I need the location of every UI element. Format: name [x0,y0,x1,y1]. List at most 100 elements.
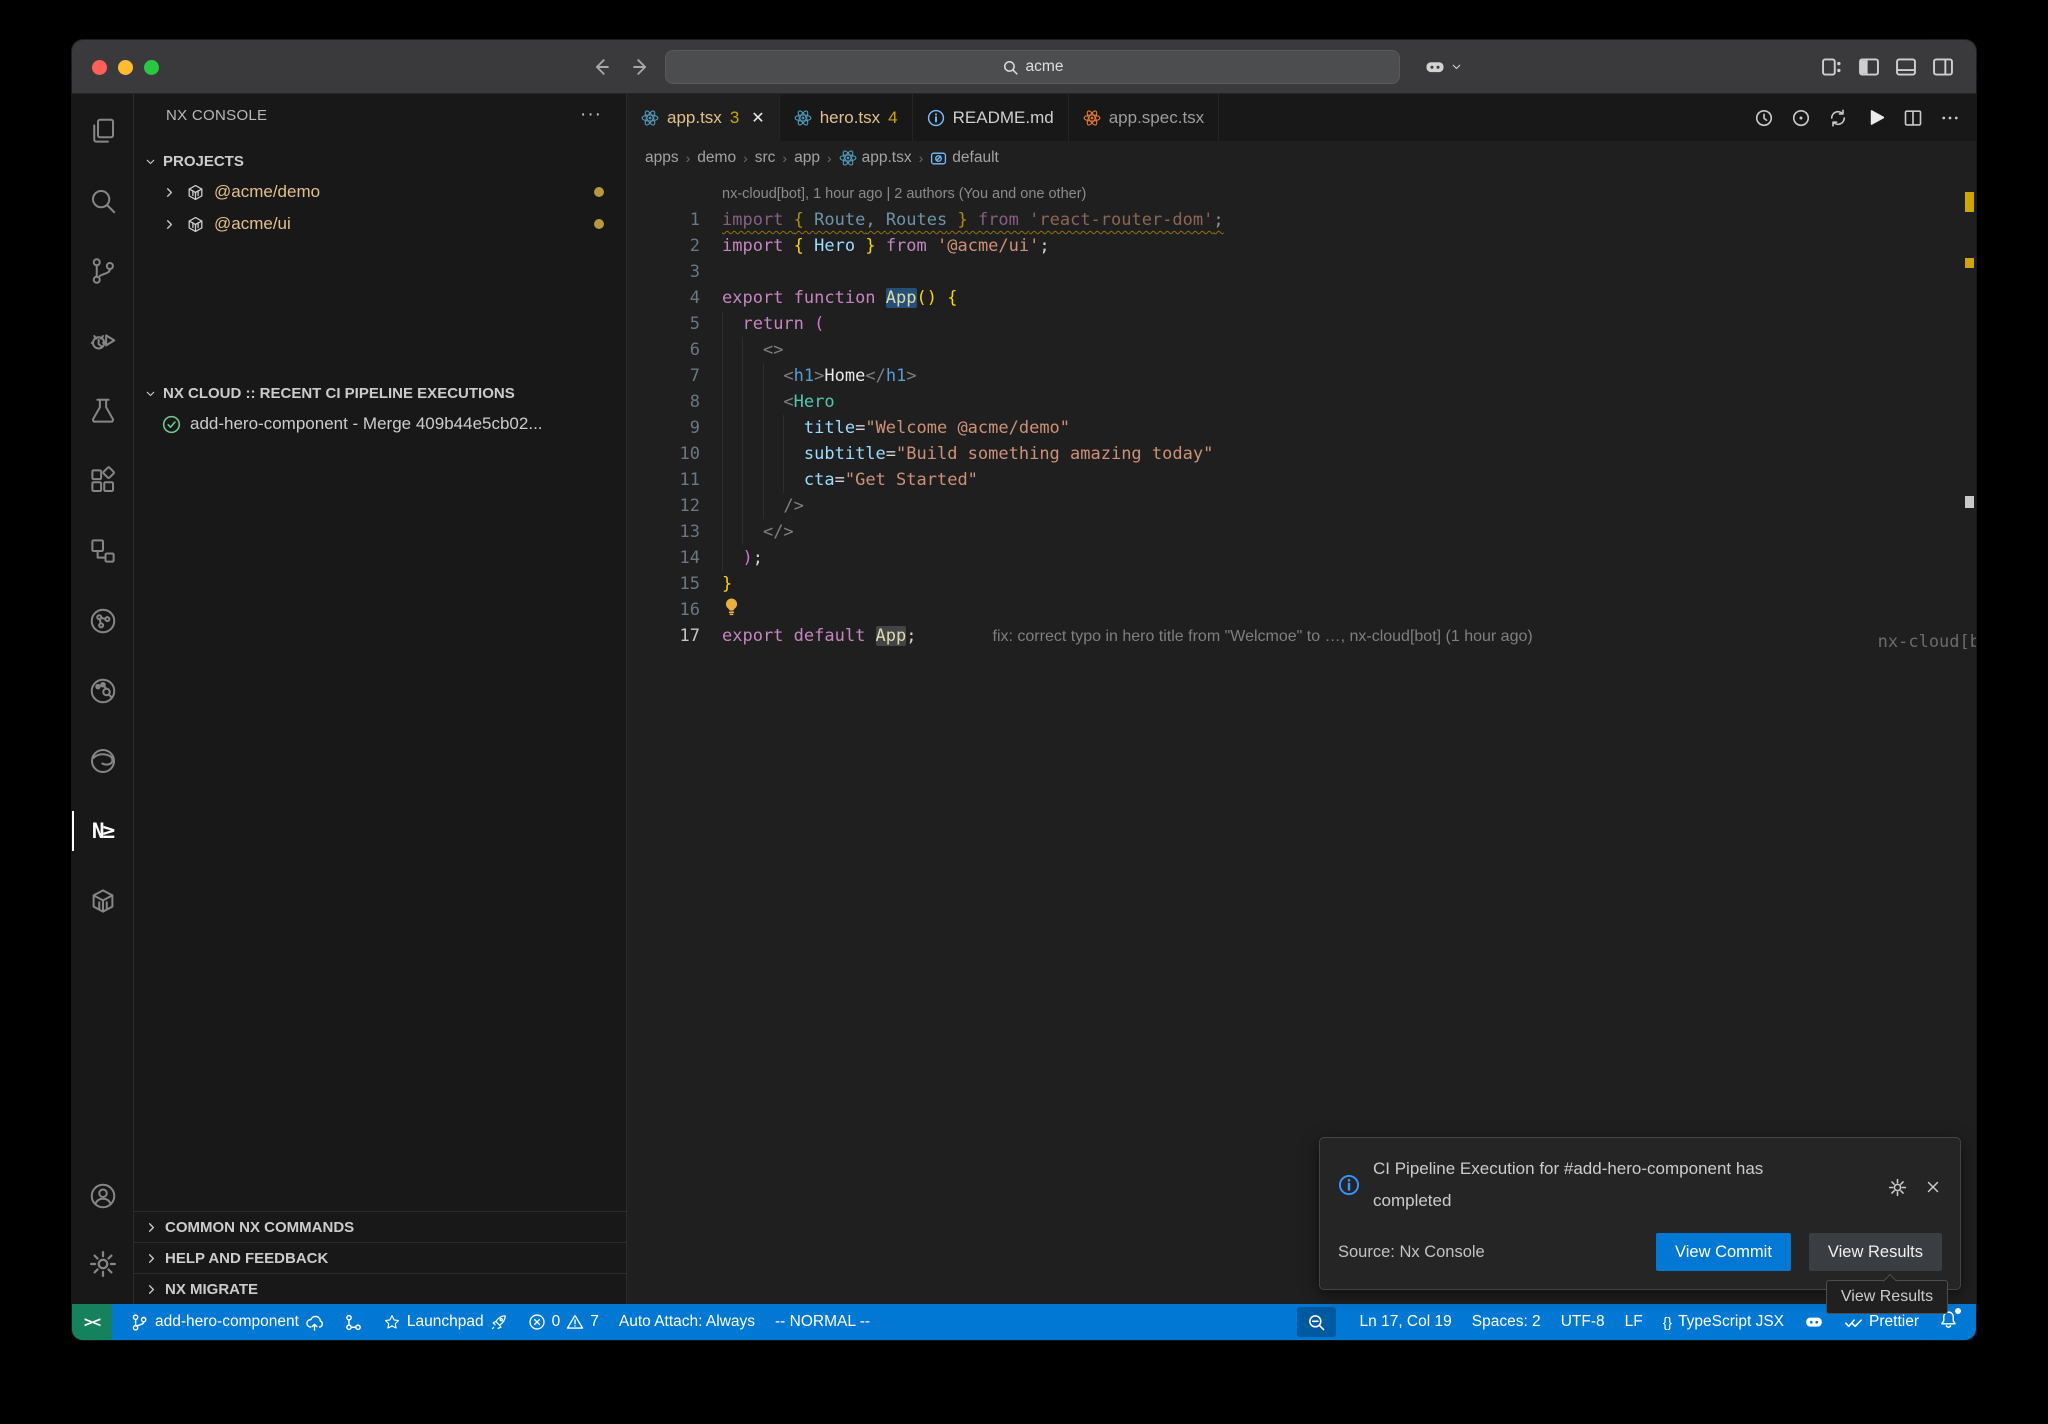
more-actions-icon[interactable] [1940,108,1960,128]
pipeline-execution-item[interactable]: add-hero-component - Merge 409b44e5cb02.… [134,408,626,440]
status-label: Prettier [1869,1313,1919,1331]
tab-close-icon[interactable]: ✕ [751,108,764,128]
file-blame-icon[interactable] [1754,108,1774,128]
code-line-11: 11 cta="Get Started" [627,467,1976,493]
git-branch-icon [130,1313,149,1332]
status-eol[interactable]: LF [1615,1304,1653,1340]
code-line-9: 9 title="Welcome @acme/demo" [627,415,1976,441]
account-icon [88,1181,118,1211]
breadcrumb-item-src[interactable]: src [755,149,776,167]
indent-guide [722,415,723,441]
codelens-blame[interactable]: nx-cloud[bot], 1 hour ago | 2 authors (Y… [722,181,1976,207]
section-nx-cloud[interactable]: NX CLOUD :: RECENT CI PIPELINE EXECUTION… [134,378,626,408]
code-line-7: 7 <h1>Home</h1> [627,363,1976,389]
run-icon[interactable] [1865,107,1886,128]
status-cursor-position[interactable]: Ln 17, Col 19 [1350,1304,1462,1340]
code-editor[interactable]: nx-cloud[bot], 1 hour ago | 2 authors (Y… [627,175,1976,1304]
tab-app.spec.tsx[interactable]: app.spec.tsx [1069,94,1219,141]
section-nx-migrate[interactable]: NX MIGRATE [134,1273,626,1304]
tab-hero.tsx[interactable]: hero.tsx4 [780,94,913,141]
close-window-button[interactable] [92,60,107,75]
tab-README.md[interactable]: README.md [913,94,1069,141]
code-line-text: </> [722,519,1976,545]
breadcrumb-separator: › [743,150,748,166]
chevron-right-icon [144,1220,159,1235]
split-editor-icon[interactable] [1903,108,1923,128]
toggle-panel-icon[interactable] [1895,56,1917,78]
activity-item-nx-console[interactable]: N≥ [72,796,133,866]
tab-problems-badge: 3 [730,108,739,128]
activity-item-explorer[interactable] [72,96,133,166]
back-icon[interactable] [590,56,612,78]
breadcrumb-separator: › [827,150,832,166]
line-number: 14 [627,545,700,571]
forward-icon[interactable] [630,56,652,78]
status-launchpad[interactable]: Launchpad [373,1304,518,1340]
run-debug-icon [88,326,118,356]
status-zoom[interactable] [1297,1307,1336,1337]
indent-guide [742,441,743,467]
minimize-window-button[interactable] [118,60,133,75]
activity-item-package-explorer[interactable] [72,866,133,936]
view-commit-button[interactable]: View Commit [1656,1233,1791,1271]
activity-item-testing[interactable] [72,376,133,446]
toggle-secondary-sidebar-icon[interactable] [1932,56,1954,78]
activity-item-edge-browser[interactable] [72,726,133,796]
activity-item-run-debug[interactable] [72,306,133,376]
zoom-window-button[interactable] [144,60,159,75]
indent-guide [722,519,723,545]
view-results-button[interactable]: View Results [1809,1233,1942,1271]
status-bar: >< add-hero-component Launchpad07Auto Att… [72,1304,1976,1340]
section-help-and-feedback[interactable]: HELP AND FEEDBACK [134,1242,626,1273]
breadcrumb-item-demo[interactable]: demo [697,149,736,167]
breadcrumb-item-default[interactable]: default [930,149,999,167]
notification-settings-gear-icon[interactable] [1887,1157,1908,1217]
status-vim-mode[interactable]: -- NORMAL -- [765,1304,880,1340]
breadcrumb-separator: › [686,150,691,166]
activity-item-extensions[interactable] [72,446,133,516]
customize-layout-icon[interactable] [1821,56,1843,78]
status-encoding[interactable]: UTF-8 [1551,1304,1615,1340]
notification-close-icon[interactable] [1924,1157,1942,1217]
indent-guide [742,493,743,519]
project-item-@acme/demo[interactable]: @acme/demo [134,176,626,208]
section-projects[interactable]: PROJECTS [134,146,626,176]
quick-fix-lightbulb-icon[interactable] [722,597,741,624]
sidebar-more-actions-icon[interactable]: ··· [580,104,602,126]
code-line-1: 1import { Route, Routes } from 'react-ro… [627,207,1976,233]
activity-item-account[interactable] [72,1162,133,1230]
command-center-search[interactable]: acme [665,50,1400,84]
indent-guide [742,519,743,545]
status-auto-attach[interactable]: Auto Attach: Always [609,1304,765,1340]
activity-item-settings[interactable] [72,1230,133,1298]
extensions-icon [88,466,118,496]
notification-source: Source: Nx Console [1338,1243,1485,1262]
activity-item-source-control[interactable] [72,236,133,306]
status-problems[interactable]: 07 [518,1304,609,1340]
toggle-primary-sidebar-icon[interactable] [1858,56,1880,78]
section-common-nx-commands[interactable]: COMMON NX COMMANDS [134,1211,626,1242]
activity-item-project-graph[interactable] [72,516,133,586]
react-orange-icon [1083,109,1101,127]
breadcrumb-item-app.tsx[interactable]: app.tsx [839,149,912,167]
remote-indicator[interactable]: >< [72,1304,112,1340]
activity-item-search[interactable] [72,166,133,236]
project-item-@acme/ui[interactable]: @acme/ui [134,208,626,240]
breadcrumb-item-apps[interactable]: apps [645,149,679,167]
chevron-down-icon [144,155,157,168]
status-indentation[interactable]: Spaces: 2 [1462,1304,1551,1340]
sync-icon[interactable] [1828,108,1848,128]
copilot-menu[interactable] [1424,56,1463,78]
project-label: @acme/demo [214,182,320,202]
breadcrumb-item-app[interactable]: app [794,149,820,167]
tab-app.tsx[interactable]: app.tsx3✕ [627,94,780,141]
react-blue-icon [641,109,659,127]
activity-item-cloud-graph[interactable] [72,586,133,656]
timeline-icon[interactable] [1791,108,1811,128]
status-git-graph[interactable] [334,1304,373,1340]
activity-item-graph-search[interactable] [72,656,133,726]
line-number: 4 [627,285,700,311]
status-language-mode[interactable]: {}TypeScript JSX [1653,1304,1794,1340]
notification-message: CI Pipeline Execution for #add-hero-comp… [1373,1153,1813,1217]
status-branch[interactable]: add-hero-component [120,1304,334,1340]
